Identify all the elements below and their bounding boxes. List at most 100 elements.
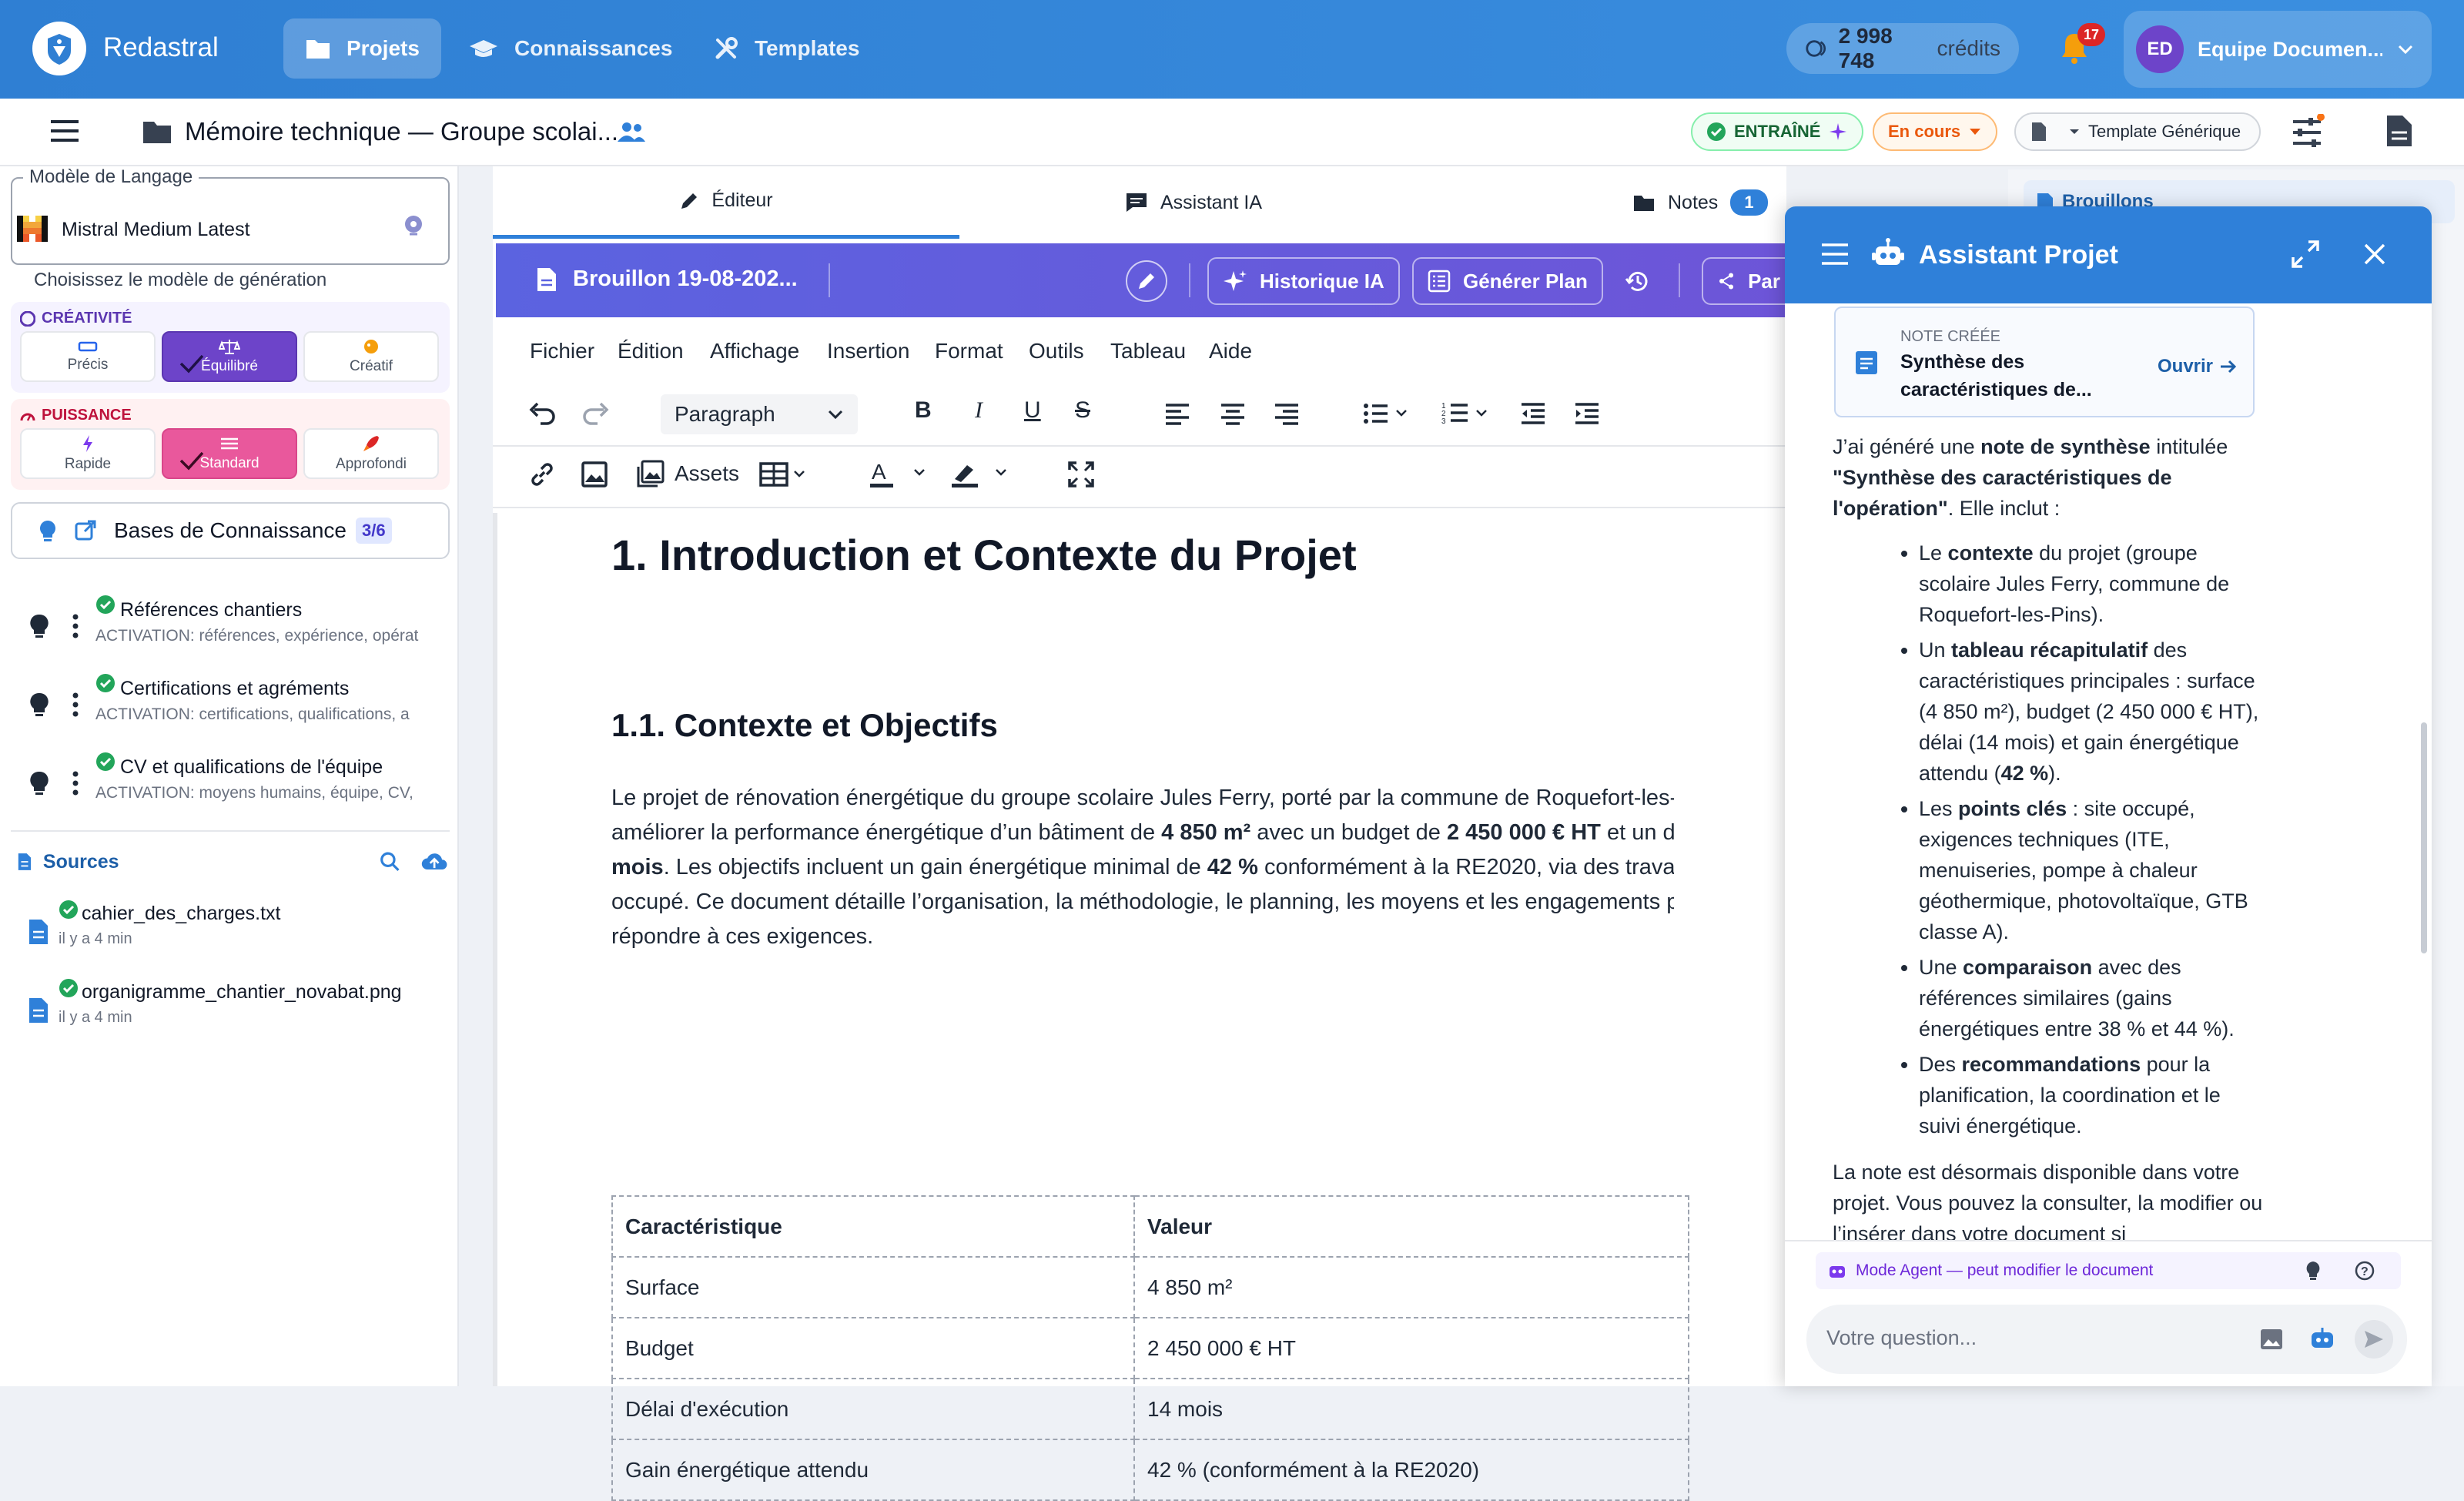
open-note-button[interactable]: Ouvrir xyxy=(2158,356,2238,377)
menu-icon[interactable] xyxy=(49,117,80,145)
strikethrough-button[interactable]: S xyxy=(1075,397,1090,424)
model-select[interactable]: Modèle de Langage Mistral Medium Latest xyxy=(11,166,450,265)
bold-button[interactable]: B xyxy=(915,397,932,424)
menu-tableau[interactable]: Tableau xyxy=(1110,339,1186,364)
fullscreen-icon[interactable] xyxy=(1067,461,1095,488)
characteristics-table[interactable]: Caractéristique Valeur Surface 4 850 m² … xyxy=(611,1195,1689,1501)
external-link-icon xyxy=(75,520,96,541)
model-info-icon[interactable] xyxy=(400,213,427,239)
scrollbar[interactable] xyxy=(2421,722,2427,953)
menu-fichier[interactable]: Fichier xyxy=(530,339,594,364)
more-vertical-icon[interactable] xyxy=(71,770,80,796)
agent-mode-bar[interactable]: Mode Agent — peut modifier le document ? xyxy=(1816,1252,2401,1289)
paragraph-text: . Les objectifs incluent un gain énergét… xyxy=(663,855,1207,879)
lightbulb-icon[interactable] xyxy=(29,770,49,796)
expand-icon[interactable] xyxy=(2290,239,2321,270)
table-cell: Délai d'exécution xyxy=(611,1378,1135,1440)
table-cell: 2 450 000 € HT xyxy=(1133,1317,1689,1379)
italic-button[interactable]: I xyxy=(975,397,983,424)
power-approfondi[interactable]: Approfondi xyxy=(303,428,439,479)
avatar: ED xyxy=(2136,25,2184,73)
assets-button[interactable]: Assets xyxy=(636,459,739,488)
undo-icon[interactable] xyxy=(527,400,557,427)
source-item[interactable]: organigramme_chantier_novabat.png il y a… xyxy=(0,979,459,1043)
table-row: Budget 2 450 000 € HT xyxy=(611,1317,1689,1379)
power-rapide[interactable]: Rapide xyxy=(20,428,156,479)
menu-edition[interactable]: Édition xyxy=(618,339,684,364)
knowledge-bases-button[interactable]: Bases de Connaissance 3/6 xyxy=(11,502,450,559)
creativity-creatif[interactable]: Créatif xyxy=(303,331,439,382)
svg-text:A: A xyxy=(872,460,886,484)
nav-templates[interactable]: Templates xyxy=(691,18,881,79)
document-title[interactable]: Mémoire technique — Groupe scolai... xyxy=(185,117,618,146)
image-icon[interactable] xyxy=(2259,1328,2284,1351)
redo-icon[interactable] xyxy=(581,400,611,427)
knowledge-base-item[interactable]: Certifications et agréments ACTIVATION: … xyxy=(0,673,459,744)
bullet-list-icon[interactable] xyxy=(1363,402,1409,425)
tab-assistant-ia[interactable]: Assistant IA xyxy=(1001,166,1386,239)
notifications-button[interactable]: 17 xyxy=(2057,23,2105,72)
align-right-icon[interactable] xyxy=(1274,402,1300,425)
robot-icon[interactable] xyxy=(2308,1325,2336,1352)
document-body[interactable]: 1. Introduction et Contexte du Projet 1.… xyxy=(493,513,1786,1501)
close-icon[interactable] xyxy=(2362,242,2387,266)
team-share-icon[interactable] xyxy=(616,120,647,143)
team-menu[interactable]: ED Equipe Documen... xyxy=(2124,11,2432,88)
note-icon xyxy=(1856,351,1877,374)
question-input[interactable]: Votre question... xyxy=(1806,1305,2407,1374)
link-icon[interactable] xyxy=(528,461,556,488)
menu-outils[interactable]: Outils xyxy=(1029,339,1084,364)
cloud-upload-icon[interactable] xyxy=(420,850,448,873)
template-selector[interactable]: Template Générique xyxy=(2014,112,2261,151)
knowledge-base-item[interactable]: Références chantiers ACTIVATION: référen… xyxy=(0,595,459,665)
menu-affichage[interactable]: Affichage xyxy=(710,339,799,364)
note-title: Synthèse des xyxy=(1900,351,2025,373)
tab-editor-label: Éditeur xyxy=(711,189,773,211)
nav-projets[interactable]: Projets xyxy=(283,18,441,79)
tab-notes[interactable]: Notes 1 xyxy=(1632,166,1768,239)
app-logo[interactable] xyxy=(32,22,86,75)
lightbulb-icon[interactable] xyxy=(29,613,49,639)
table-insert-icon[interactable] xyxy=(759,462,810,487)
draft-title[interactable]: Brouillon 19-08-202... xyxy=(573,266,798,292)
help-icon[interactable]: ? xyxy=(2355,1261,2375,1281)
lightbulb-icon[interactable] xyxy=(29,692,49,718)
image-icon[interactable] xyxy=(581,461,608,488)
credits-badge[interactable]: 2 998 748 crédits xyxy=(1786,23,2019,74)
note-created-card[interactable]: NOTE CRÉÉE Synthèse des caractéristiques… xyxy=(1834,307,2255,417)
generate-plan-button[interactable]: Générer Plan xyxy=(1412,257,1603,305)
status-dropdown[interactable]: En cours xyxy=(1873,112,1998,151)
search-icon[interactable] xyxy=(380,850,400,873)
share-button[interactable]: Par xyxy=(1702,257,1794,305)
indent-icon[interactable] xyxy=(1574,402,1600,425)
menu-icon[interactable] xyxy=(1820,242,1850,266)
document-export-icon[interactable] xyxy=(2385,114,2413,148)
numbered-list-icon[interactable]: 123 xyxy=(1441,400,1491,425)
more-vertical-icon[interactable] xyxy=(71,692,80,718)
knowledge-base-item[interactable]: CV et qualifications de l'équipe ACTIVAT… xyxy=(0,752,459,823)
history-icon[interactable] xyxy=(1625,268,1651,294)
menu-format[interactable]: Format xyxy=(935,339,1003,364)
text-color-icon[interactable]: A xyxy=(869,459,933,490)
lightbulb-icon[interactable] xyxy=(2304,1260,2322,1282)
highlight-color-icon[interactable] xyxy=(950,459,1015,490)
align-center-icon[interactable] xyxy=(1220,402,1246,425)
underline-button[interactable]: U xyxy=(1024,397,1041,424)
align-left-icon[interactable] xyxy=(1164,402,1190,425)
rename-draft-button[interactable] xyxy=(1126,260,1167,302)
creativity-precis[interactable]: Précis xyxy=(20,331,156,382)
block-type-select[interactable]: Paragraph xyxy=(661,394,858,434)
send-button[interactable] xyxy=(2355,1320,2393,1359)
nav-connaissances[interactable]: Connaissances xyxy=(447,18,694,79)
tab-editor[interactable]: Éditeur xyxy=(493,166,959,239)
trained-badge[interactable]: ENTRAÎNÉ xyxy=(1691,112,1864,151)
settings-sliders-icon[interactable] xyxy=(2288,114,2325,151)
menu-insertion[interactable]: Insertion xyxy=(827,339,909,364)
power-standard[interactable]: Standard xyxy=(162,428,297,479)
outdent-icon[interactable] xyxy=(1520,402,1546,425)
menu-aide[interactable]: Aide xyxy=(1209,339,1252,364)
source-item[interactable]: cahier_des_charges.txt il y a 4 min xyxy=(0,900,459,964)
ai-history-button[interactable]: Historique IA xyxy=(1207,257,1400,305)
creativity-equilibre[interactable]: Équilibré xyxy=(162,331,297,382)
more-vertical-icon[interactable] xyxy=(71,613,80,639)
